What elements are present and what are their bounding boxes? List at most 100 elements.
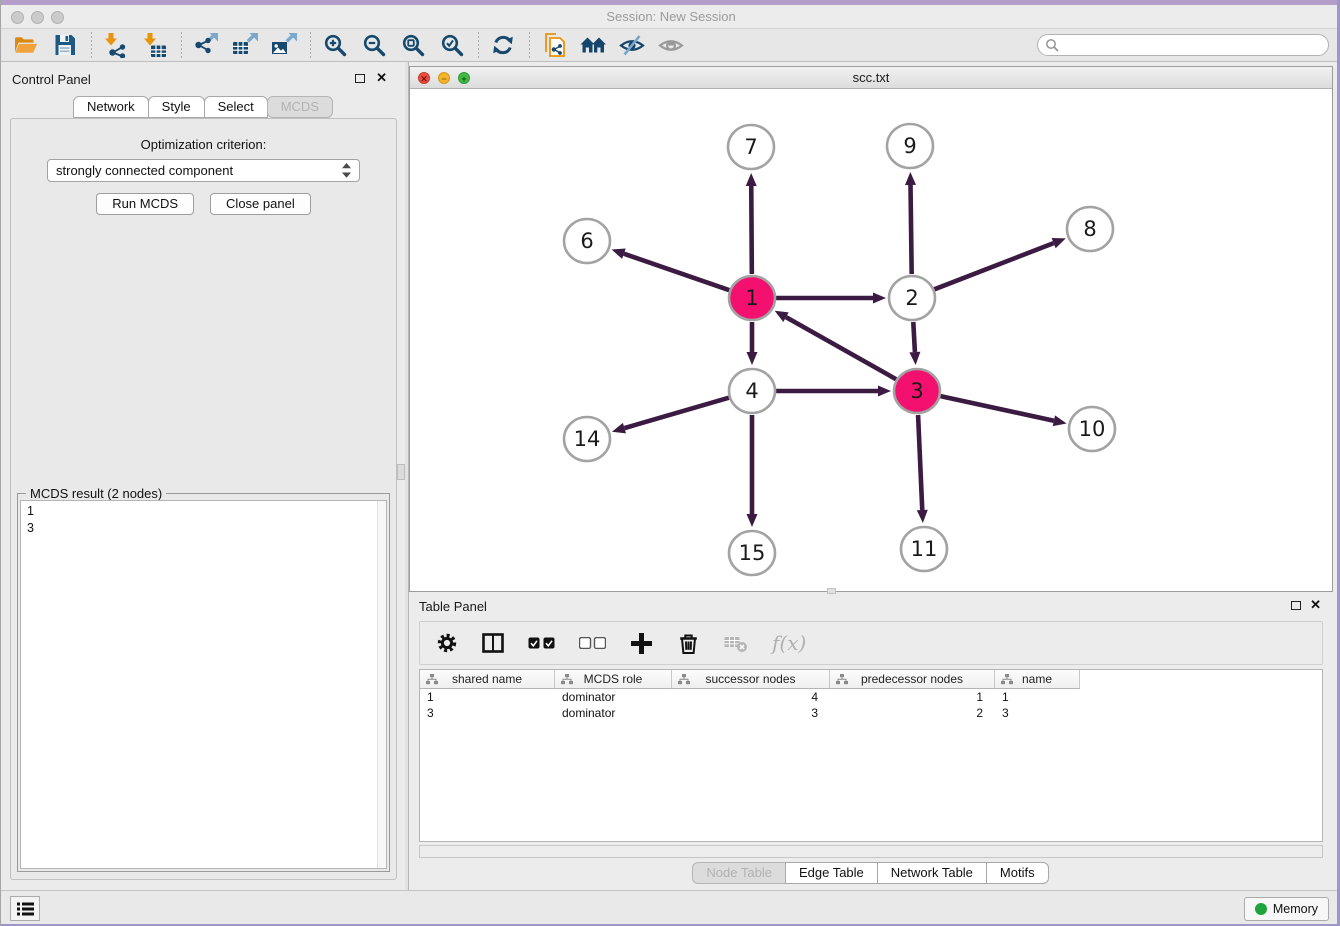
graph-edge-arrowhead — [747, 352, 758, 365]
export-image-icon[interactable] — [269, 31, 299, 59]
hide-selected-eye-slash-icon[interactable] — [617, 31, 647, 59]
tab-network-table[interactable]: Network Table — [877, 862, 987, 884]
graph-edge[interactable] — [624, 398, 729, 428]
table-close-panel-icon[interactable]: ✕ — [1310, 597, 1321, 613]
network-graph[interactable]: 7968124314101511 — [410, 89, 1332, 591]
delete-column-trash-icon[interactable] — [677, 631, 700, 655]
save-session-icon[interactable] — [50, 31, 80, 59]
control-panel: Control Panel ✕ NetworkStyleSelectMCDS O… — [2, 62, 405, 890]
zoom-out-icon[interactable] — [359, 31, 389, 59]
network-canvas[interactable]: 7968124314101511 — [410, 89, 1332, 591]
zoom-in-icon[interactable] — [320, 31, 350, 59]
table-cell[interactable]: 1 — [420, 689, 555, 705]
run-mcds-button[interactable]: Run MCDS — [96, 193, 194, 215]
result-scrollbar[interactable] — [377, 501, 386, 868]
graph-node-label-7: 7 — [744, 135, 757, 159]
import-network-icon[interactable] — [101, 31, 131, 59]
graph-edge[interactable] — [786, 317, 896, 379]
network-window-titlebar[interactable]: ✕ − + scc.txt — [410, 67, 1332, 89]
vertical-splitter-grip[interactable] — [397, 464, 405, 480]
panel-list-toggle-button[interactable] — [10, 896, 40, 921]
memory-button[interactable]: Memory — [1244, 897, 1329, 921]
home-layout-icon[interactable] — [578, 31, 608, 59]
table-cell[interactable]: 1 — [830, 689, 995, 705]
table-cell[interactable]: 3 — [672, 705, 830, 721]
graph-edge[interactable] — [913, 322, 915, 352]
select-all-checkboxes-icon[interactable] — [528, 637, 555, 649]
add-column-icon[interactable] — [630, 632, 653, 655]
table-panel: Table Panel ✕ f(x) shared nameMCDS roles… — [409, 595, 1333, 887]
close-panel-icon[interactable]: ✕ — [376, 70, 387, 86]
open-folder-icon[interactable] — [11, 31, 41, 59]
table-horizontal-scrollbar[interactable] — [419, 845, 1323, 858]
table-cell[interactable]: 4 — [672, 689, 830, 705]
graph-node-label-3: 3 — [910, 379, 923, 403]
graph-edge[interactable] — [624, 254, 729, 290]
toolbar-separator — [529, 32, 530, 58]
export-table-icon[interactable] — [230, 31, 260, 59]
table-toolbar: f(x) — [419, 621, 1323, 665]
zoom-selected-icon[interactable] — [437, 31, 467, 59]
settings-gear-icon[interactable] — [436, 632, 458, 654]
mcds-result-title: MCDS result (2 nodes) — [26, 486, 166, 501]
tab-network[interactable]: Network — [73, 96, 149, 118]
search-box[interactable] — [1037, 34, 1329, 56]
graph-node-label-14: 14 — [574, 427, 601, 451]
table-cell[interactable]: 3 — [995, 705, 1080, 721]
search-input[interactable] — [1059, 36, 1328, 54]
column-header-MCDS-role[interactable]: MCDS role — [555, 670, 672, 689]
export-network-icon[interactable] — [191, 31, 221, 59]
main-toolbar — [1, 28, 1340, 62]
split-columns-icon[interactable] — [482, 633, 504, 653]
table-cell[interactable]: 2 — [830, 705, 995, 721]
import-table-icon[interactable] — [140, 31, 170, 59]
optimization-criterion-select[interactable]: strongly connected component — [47, 159, 360, 182]
tab-motifs[interactable]: Motifs — [986, 862, 1049, 884]
stepper-icon — [342, 163, 351, 178]
control-panel-title: Control Panel — [12, 72, 91, 87]
tab-style[interactable]: Style — [148, 96, 205, 118]
graph-edge[interactable] — [918, 415, 922, 510]
table-panel-tabs: Node TableEdge TableNetwork TableMotifs — [409, 862, 1333, 884]
graph-node-label-15: 15 — [739, 541, 766, 565]
table-cell[interactable]: 3 — [420, 705, 555, 721]
graph-edge-arrowhead — [612, 423, 626, 434]
column-header-successor-nodes[interactable]: successor nodes — [672, 670, 830, 689]
table-cell[interactable]: 1 — [995, 689, 1080, 705]
zoom-fit-icon[interactable] — [398, 31, 428, 59]
table-body: 1dominator4113dominator323 — [420, 689, 1322, 721]
graph-edge[interactable] — [911, 185, 912, 274]
horizontal-splitter-grip[interactable] — [827, 588, 836, 594]
column-header-predecessor-nodes[interactable]: predecessor nodes — [830, 670, 995, 689]
memory-status-dot — [1255, 903, 1267, 915]
network-window: ✕ − + scc.txt 7968124314101511 — [409, 66, 1333, 592]
tab-node-table[interactable]: Node Table — [692, 862, 786, 884]
tab-select[interactable]: Select — [204, 96, 268, 118]
tab-mcds[interactable]: MCDS — [267, 96, 333, 118]
column-header-shared-name[interactable]: shared name — [420, 670, 555, 689]
float-panel-icon[interactable] — [355, 74, 365, 83]
copy-network-icon[interactable] — [539, 31, 569, 59]
mcds-result-text[interactable]: 1 3 — [20, 500, 387, 869]
graph-edge[interactable] — [751, 186, 752, 274]
graph-edge-arrowhead — [1052, 238, 1066, 248]
refresh-icon[interactable] — [488, 31, 518, 59]
graph-edge-arrowhead — [747, 514, 758, 527]
delete-table-icon — [724, 634, 748, 653]
graph-edge-arrowhead — [746, 173, 757, 186]
graph-edge[interactable] — [940, 396, 1053, 421]
column-header-name[interactable]: name — [995, 670, 1080, 689]
toolbar-separator — [91, 32, 92, 58]
table-float-panel-icon[interactable] — [1291, 601, 1301, 610]
deselect-all-checkboxes-icon[interactable] — [579, 637, 606, 649]
table-cell[interactable]: dominator — [555, 689, 672, 705]
tab-edge-table[interactable]: Edge Table — [785, 862, 878, 884]
graph-node-label-9: 9 — [903, 134, 916, 158]
table-cell[interactable]: dominator — [555, 705, 672, 721]
control-panel-tabs: NetworkStyleSelectMCDS — [2, 96, 405, 118]
search-icon — [1045, 38, 1059, 52]
close-panel-button[interactable]: Close panel — [210, 193, 311, 215]
graph-edge[interactable] — [934, 243, 1053, 289]
table-row[interactable]: 1dominator411 — [420, 689, 1322, 705]
table-row[interactable]: 3dominator323 — [420, 705, 1322, 721]
